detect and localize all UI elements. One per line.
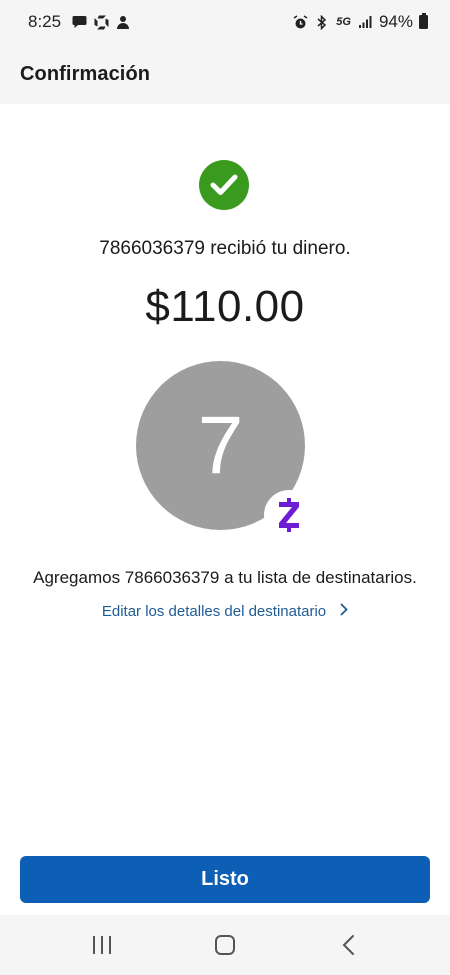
bluetooth-icon <box>314 14 330 30</box>
header: Confirmación <box>0 44 450 104</box>
avatar-initial: 7 <box>197 399 244 491</box>
alarm-icon <box>292 14 308 30</box>
status-time: 8:25 <box>28 12 62 31</box>
battery-icon <box>419 13 428 29</box>
amount-sent: $110.00 <box>145 282 305 331</box>
check-icon <box>199 160 249 210</box>
system-nav-bar <box>0 915 450 975</box>
chase-icon <box>93 14 109 30</box>
status-right: 5G 94% <box>292 12 428 32</box>
done-button[interactable]: Listo <box>20 856 430 903</box>
page-title: Confirmación <box>20 62 151 85</box>
status-left: 8:25 <box>28 12 131 32</box>
5g-icon: 5G <box>336 16 351 28</box>
recent-apps-icon[interactable] <box>77 925 127 965</box>
chat-bubble-icon <box>71 14 87 30</box>
recipient-added-text: Agregamos 7866036379 a tu lista de desti… <box>33 568 417 587</box>
zelle-icon <box>264 490 314 540</box>
signal-icon <box>357 14 373 30</box>
edit-recipient-link[interactable]: Editar los detalles del destinatario <box>0 603 450 620</box>
status-bar: 8:25 5G 94% <box>0 0 450 44</box>
edit-recipient-link-label: Editar los detalles del destinatario <box>101 603 327 620</box>
confirmation-message: 7866036379 recibió tu dinero. <box>99 238 351 259</box>
app-icon <box>115 14 131 30</box>
back-icon[interactable] <box>323 925 373 965</box>
home-icon[interactable] <box>200 925 250 965</box>
battery-percent: 94% <box>378 12 413 31</box>
chevron-right-icon <box>340 603 348 620</box>
